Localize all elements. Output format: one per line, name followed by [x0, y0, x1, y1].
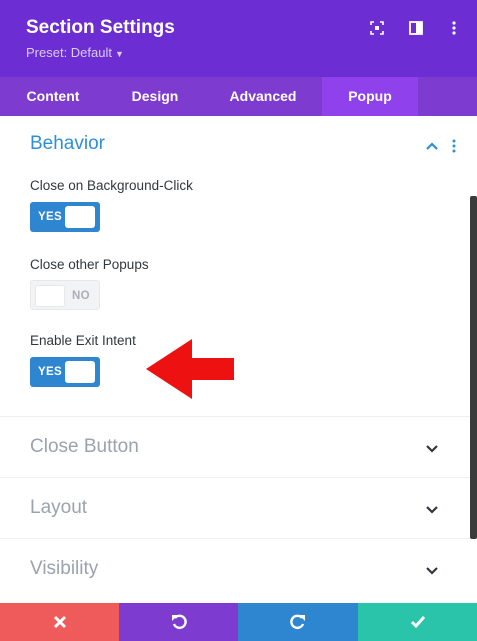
divider — [0, 538, 470, 539]
settings-tabs: Content Design Advanced Popup — [0, 77, 477, 116]
preset-label: Preset: Default — [26, 45, 112, 60]
toggle-knob — [65, 206, 95, 228]
group-title-visibility[interactable]: Visibility — [30, 558, 98, 580]
save-button[interactable] — [358, 603, 477, 641]
scrollbar[interactable] — [470, 196, 477, 539]
toggle-knob — [65, 361, 95, 383]
undo-button[interactable] — [119, 603, 238, 641]
toggle-knob — [35, 285, 65, 307]
settings-content: Behavior Close on Background-Click YES C… — [0, 116, 477, 603]
modal-title: Section Settings — [26, 17, 175, 38]
chevron-up-icon[interactable] — [425, 139, 439, 153]
preset-dropdown[interactable]: Preset: Default ▼ — [26, 45, 124, 60]
exit-intent-toggle[interactable]: YES — [30, 357, 100, 387]
chevron-down-icon[interactable] — [425, 503, 439, 517]
tab-design[interactable]: Design — [106, 77, 204, 116]
toggle-state-label: YES — [38, 211, 62, 223]
group-options-icon[interactable] — [451, 139, 457, 153]
tab-advanced[interactable]: Advanced — [204, 77, 322, 116]
checkmark-icon — [410, 616, 425, 629]
divider — [0, 477, 470, 478]
field-label-close-bg-click: Close on Background-Click — [30, 178, 193, 193]
split-view-icon[interactable] — [408, 20, 424, 36]
annotation-arrow-icon — [144, 338, 236, 400]
settings-header: Section Settings Preset: Default ▼ — [0, 0, 477, 77]
toggle-state-label: NO — [72, 290, 90, 302]
chevron-down-icon[interactable] — [425, 442, 439, 456]
redo-button[interactable] — [238, 603, 358, 641]
expand-icon[interactable] — [369, 20, 385, 36]
group-title-layout[interactable]: Layout — [30, 497, 87, 519]
toggle-state-label: YES — [38, 366, 62, 378]
action-footer — [0, 603, 477, 641]
tab-popup[interactable]: Popup — [322, 77, 418, 116]
discard-button[interactable] — [0, 603, 119, 641]
close-icon — [53, 615, 66, 629]
chevron-down-icon[interactable] — [425, 564, 439, 578]
caret-down-icon: ▼ — [115, 49, 124, 59]
close-bg-click-toggle[interactable]: YES — [30, 202, 100, 232]
more-options-icon[interactable] — [446, 20, 462, 36]
close-other-popups-toggle[interactable]: NO — [30, 280, 100, 310]
redo-icon — [290, 614, 305, 630]
group-title-behavior[interactable]: Behavior — [30, 133, 105, 155]
field-label-exit-intent: Enable Exit Intent — [30, 333, 136, 348]
tab-content[interactable]: Content — [0, 77, 106, 116]
group-title-close-button[interactable]: Close Button — [30, 436, 139, 458]
divider — [0, 416, 470, 417]
field-label-close-other-popups: Close other Popups — [30, 257, 149, 272]
undo-icon — [171, 614, 187, 630]
